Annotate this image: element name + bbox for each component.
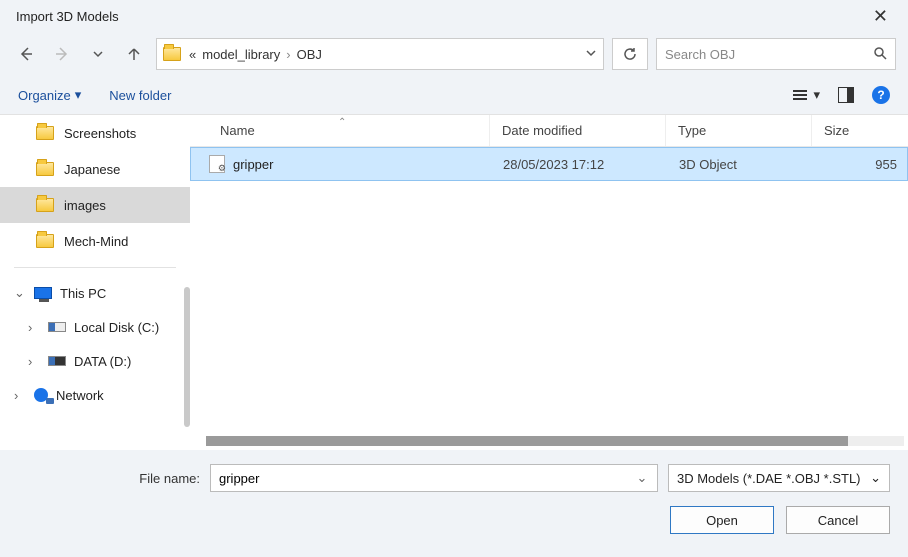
sort-indicator-icon: ⌃ — [338, 117, 346, 128]
sidebar-item-label: Local Disk (C:) — [74, 320, 159, 335]
filter-label: 3D Models (*.DAE *.OBJ *.STL) — [677, 471, 861, 486]
chevron-right-icon[interactable]: › — [286, 47, 290, 62]
cancel-button[interactable]: Cancel — [786, 506, 890, 534]
pc-icon — [34, 287, 52, 299]
search-icon[interactable] — [873, 46, 887, 63]
open-button[interactable]: Open — [670, 506, 774, 534]
footer: File name: ⌄ 3D Models (*.DAE *.OBJ *.ST… — [0, 450, 908, 544]
breadcrumb-ellipsis[interactable]: « — [189, 47, 196, 62]
network-icon — [34, 388, 48, 402]
column-date[interactable]: Date modified — [490, 115, 666, 146]
folder-icon — [163, 47, 181, 61]
folder-icon — [36, 162, 54, 176]
breadcrumb: « model_library › OBJ — [189, 47, 322, 62]
column-size[interactable]: Size — [812, 115, 908, 146]
file-list: Name⌃ Date modified Type Size gripper 28… — [190, 115, 908, 450]
file-type: 3D Object — [667, 157, 813, 172]
breadcrumb-current[interactable]: OBJ — [297, 47, 322, 62]
sidebar-item-thispc[interactable]: ⌄ This PC — [0, 276, 190, 310]
chevron-down-icon: ▾ — [813, 87, 820, 103]
sidebar-item-japanese[interactable]: Japanese — [0, 151, 190, 187]
folder-icon — [36, 198, 54, 212]
file-icon — [209, 155, 225, 173]
file-name: gripper — [233, 157, 273, 172]
sidebar-item-label: DATA (D:) — [74, 354, 131, 369]
preview-pane-button[interactable] — [838, 87, 854, 103]
main-area: Screenshots Japanese images Mech-Mind ⌄ T… — [0, 114, 908, 450]
sidebar-item-drive-d[interactable]: › DATA (D:) — [0, 344, 190, 378]
chevron-right-icon: › — [28, 320, 40, 335]
chevron-down-icon: ⌄ — [14, 285, 26, 301]
filename-field[interactable]: ⌄ — [210, 464, 658, 492]
sidebar-item-label: Japanese — [64, 162, 120, 177]
disk-icon — [48, 356, 66, 366]
sidebar-item-screenshots[interactable]: Screenshots — [0, 115, 190, 151]
horizontal-scrollbar[interactable] — [206, 436, 904, 446]
file-type-filter[interactable]: 3D Models (*.DAE *.OBJ *.STL) ⌄ — [668, 464, 890, 492]
back-button[interactable] — [12, 40, 40, 68]
recent-dropdown-icon[interactable] — [84, 40, 112, 68]
close-icon[interactable]: ✕ — [863, 2, 898, 31]
sidebar-item-mechmind[interactable]: Mech-Mind — [0, 223, 190, 259]
column-name[interactable]: Name⌃ — [190, 115, 490, 146]
file-row[interactable]: gripper 28/05/2023 17:12 3D Object 955 — [190, 147, 908, 181]
sidebar-item-images[interactable]: images — [0, 187, 190, 223]
window-title: Import 3D Models — [10, 9, 119, 24]
nav-row: « model_library › OBJ — [0, 32, 908, 76]
search-box[interactable] — [656, 38, 896, 70]
search-input[interactable] — [665, 47, 873, 62]
organize-label: Organize — [18, 88, 71, 103]
filename-label: File name: — [18, 471, 200, 486]
disk-icon — [48, 322, 66, 332]
folder-icon — [36, 234, 54, 248]
title-bar: Import 3D Models ✕ — [0, 0, 908, 32]
toolbar: Organize ▾ New folder ▾ ? — [0, 76, 908, 114]
chevron-right-icon: › — [14, 388, 26, 403]
breadcrumb-parent[interactable]: model_library — [202, 47, 280, 62]
sidebar-item-drive-c[interactable]: › Local Disk (C:) — [0, 310, 190, 344]
scrollbar-thumb[interactable] — [206, 436, 848, 446]
sidebar-item-label: Screenshots — [64, 126, 136, 141]
new-folder-button[interactable]: New folder — [109, 88, 171, 103]
help-icon[interactable]: ? — [872, 86, 890, 104]
address-dropdown-icon[interactable] — [585, 47, 597, 62]
view-mode-button[interactable]: ▾ — [793, 87, 820, 103]
chevron-right-icon: › — [28, 354, 40, 369]
column-headers: Name⌃ Date modified Type Size — [190, 115, 908, 147]
sidebar-item-label: images — [64, 198, 106, 213]
list-icon — [793, 90, 807, 100]
column-type[interactable]: Type — [666, 115, 812, 146]
up-button[interactable] — [120, 40, 148, 68]
file-size: 955 — [813, 157, 907, 172]
chevron-down-icon: ⌄ — [870, 470, 881, 486]
sidebar: Screenshots Japanese images Mech-Mind ⌄ T… — [0, 115, 190, 450]
folder-icon — [36, 126, 54, 140]
forward-button[interactable] — [48, 40, 76, 68]
sidebar-item-network[interactable]: › Network — [0, 378, 190, 412]
chevron-down-icon[interactable]: ⌄ — [635, 470, 649, 486]
filename-input[interactable] — [219, 471, 635, 486]
chevron-down-icon: ▾ — [75, 87, 82, 103]
address-bar[interactable]: « model_library › OBJ — [156, 38, 604, 70]
sidebar-item-label: Mech-Mind — [64, 234, 128, 249]
sidebar-item-label: Network — [56, 388, 104, 403]
organize-menu[interactable]: Organize ▾ — [18, 87, 81, 103]
divider — [14, 267, 176, 268]
sidebar-item-label: This PC — [60, 286, 106, 301]
file-date: 28/05/2023 17:12 — [491, 157, 667, 172]
refresh-button[interactable] — [612, 38, 648, 70]
